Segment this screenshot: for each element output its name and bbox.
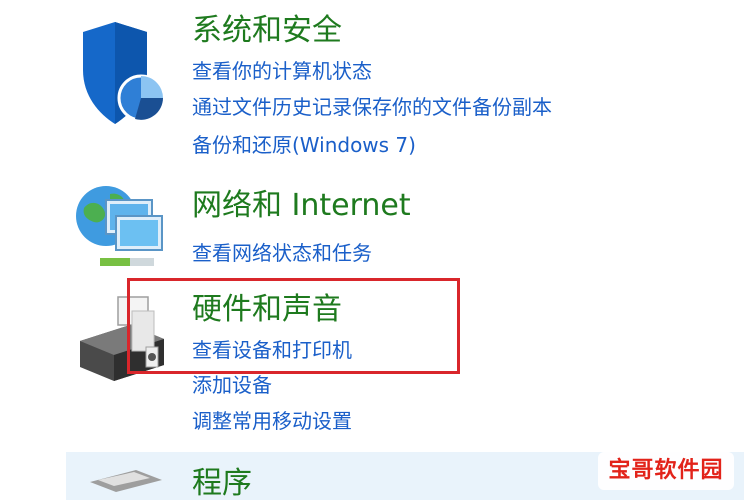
- category-hardware-sound: 硬件和声音 查看设备和打印机 添加设备 调整常用移动设置: [0, 275, 744, 445]
- shield-icon: [83, 22, 165, 124]
- link-view-computer-status[interactable]: 查看你的计算机状态: [192, 58, 372, 84]
- link-view-network-status[interactable]: 查看网络状态和任务: [192, 240, 372, 266]
- network-internet-title[interactable]: 网络和 Internet: [192, 188, 411, 224]
- programs-title[interactable]: 程序: [192, 466, 252, 500]
- printer-icon: [80, 296, 164, 381]
- link-file-history-backup[interactable]: 通过文件历史记录保存你的文件备份副本: [192, 94, 552, 120]
- category-system-security: 系统和安全 查看你的计算机状态 通过文件历史记录保存你的文件备份副本 备份和还原…: [0, 0, 744, 175]
- network-globe-icon: [76, 186, 163, 266]
- link-mobility-settings[interactable]: 调整常用移动设置: [192, 408, 352, 434]
- watermark-logo: 宝哥软件园: [598, 452, 734, 490]
- link-view-devices-printers[interactable]: 查看设备和打印机: [192, 337, 352, 363]
- programs-icon: [90, 470, 162, 492]
- hardware-sound-title[interactable]: 硬件和声音: [192, 292, 342, 328]
- link-backup-restore-win7[interactable]: 备份和还原(Windows 7): [192, 132, 416, 158]
- category-network-internet: 网络和 Internet 查看网络状态和任务: [0, 175, 744, 275]
- system-security-title[interactable]: 系统和安全: [192, 13, 342, 49]
- control-panel-page: 系统和安全 查看你的计算机状态 通过文件历史记录保存你的文件备份副本 备份和还原…: [0, 0, 744, 500]
- link-add-device[interactable]: 添加设备: [192, 372, 272, 398]
